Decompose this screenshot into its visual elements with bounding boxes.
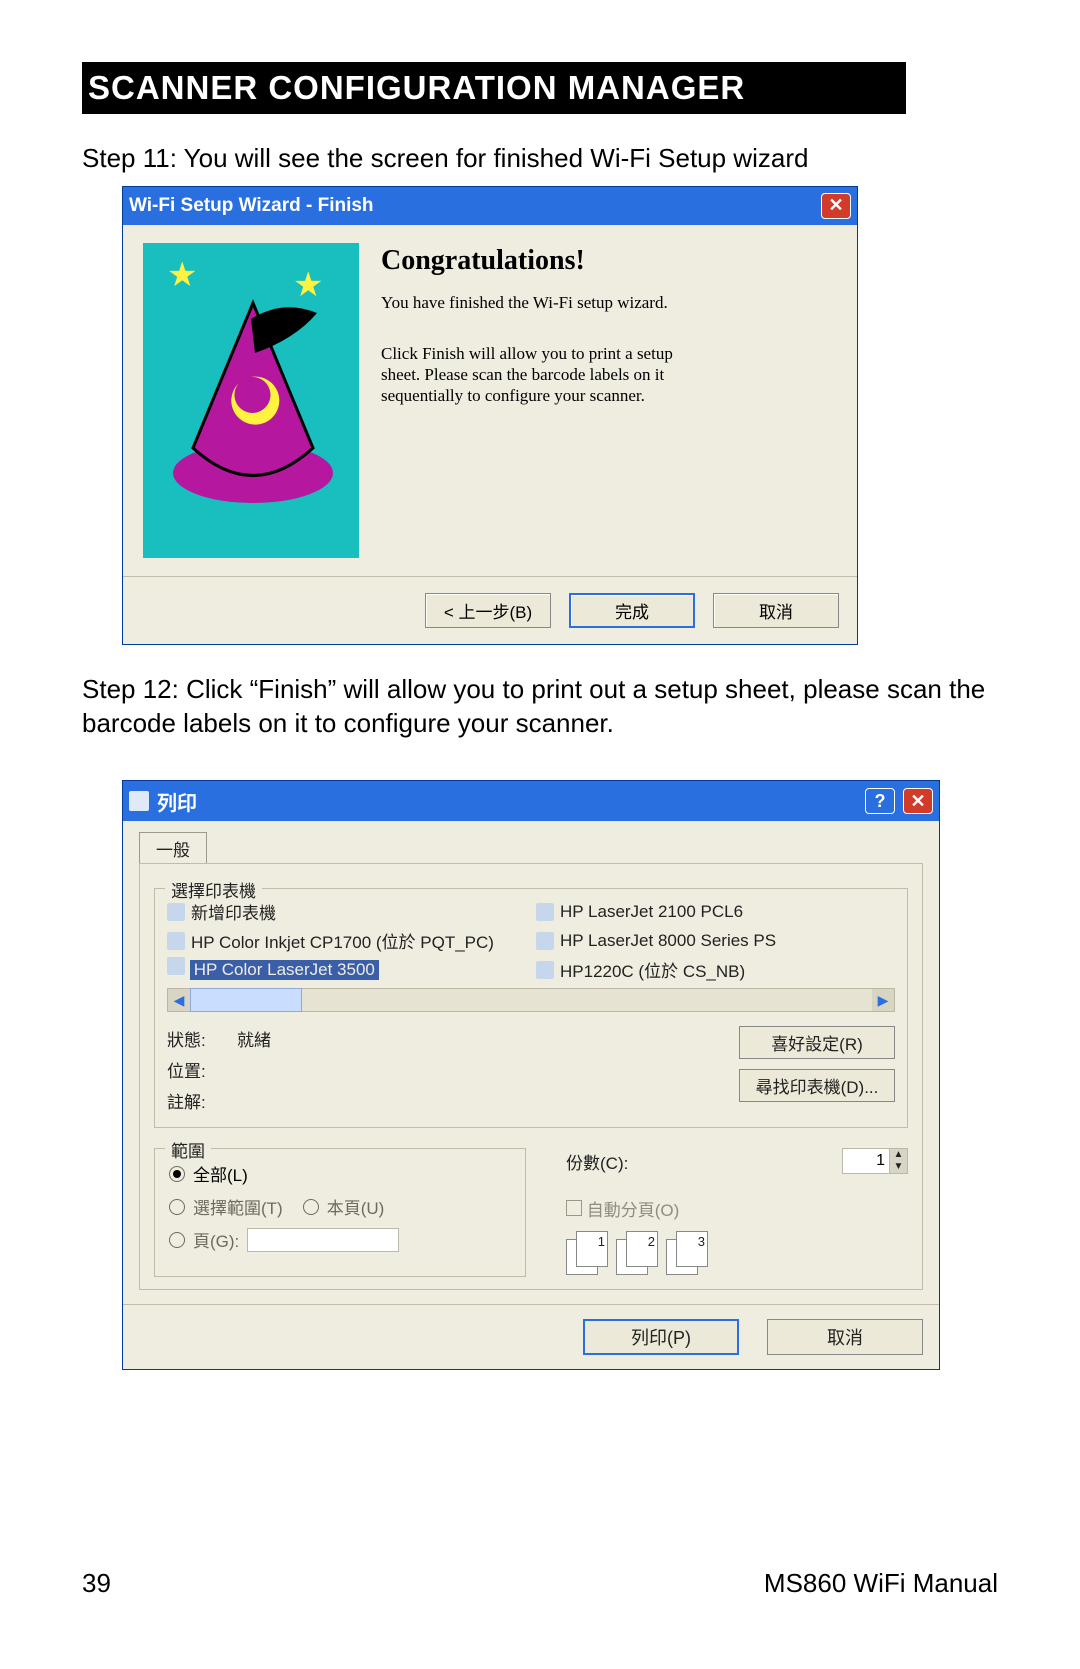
collate-checkbox[interactable] xyxy=(566,1200,582,1216)
label-collate: 自動分頁(O) xyxy=(587,1201,680,1220)
pages-input[interactable] xyxy=(247,1228,399,1252)
finish-button[interactable]: 完成 xyxy=(569,593,695,628)
printer-icon xyxy=(167,957,185,975)
printer-item: HP LaserJet 2100 PCL6 xyxy=(536,899,895,924)
label-comment: 註解: xyxy=(167,1088,237,1113)
printer-list[interactable]: 新增印表機 HP LaserJet 2100 PCL6 HP Color Ink… xyxy=(167,899,895,982)
print-titlebar[interactable]: 列印 ? ✕ xyxy=(123,781,939,821)
printer-item: HP LaserJet 8000 Series PS xyxy=(536,928,895,953)
wizard-title: Wi-Fi Setup Wizard - Finish xyxy=(129,195,374,217)
wizard-illustration: ★ ★ xyxy=(143,243,359,558)
cancel-button[interactable]: 取消 xyxy=(713,593,839,628)
tab-general[interactable]: 一般 xyxy=(139,832,207,864)
wizard-titlebar[interactable]: Wi-Fi Setup Wizard - Finish ✕ xyxy=(123,187,857,225)
radio-label: 全部(L) xyxy=(193,1161,248,1186)
scroll-left-icon[interactable]: ◀ xyxy=(168,989,190,1011)
label-copies: 份數(C): xyxy=(566,1149,628,1174)
scroll-right-icon[interactable]: ▶ xyxy=(872,989,894,1011)
printer-item-label: HP Color LaserJet 3500 xyxy=(194,960,375,980)
radio-label: 本頁(U) xyxy=(327,1194,385,1219)
printer-item-label: HP Color Inkjet CP1700 (位於 PQT_PC) xyxy=(191,928,494,953)
wizard-subtext: You have finished the Wi-Fi setup wizard… xyxy=(381,293,837,313)
status-value: 就緒 xyxy=(237,1026,271,1051)
copies-spinner[interactable]: ▲▼ xyxy=(842,1148,908,1174)
printer-item-label: HP LaserJet 8000 Series PS xyxy=(560,931,776,951)
page-icon: 2 xyxy=(626,1231,658,1267)
radio-label: 選擇範圍(T) xyxy=(193,1194,283,1219)
back-button[interactable]: < 上一步(B) xyxy=(425,593,551,628)
radio-current-page[interactable]: 本頁(U) xyxy=(303,1194,385,1219)
printer-item: HP Color Inkjet CP1700 (位於 PQT_PC) xyxy=(167,928,526,953)
page-icon: 3 xyxy=(676,1231,708,1267)
print-button[interactable]: 列印(P) xyxy=(583,1319,739,1355)
printer-scrollbar[interactable]: ◀ ▶ xyxy=(167,988,895,1012)
printer-icon xyxy=(536,932,554,950)
wizard-heading: Congratulations! xyxy=(381,245,837,277)
printer-item: 新增印表機 xyxy=(167,899,526,924)
radio-label: 頁(G): xyxy=(193,1227,239,1252)
printer-item-label: 新增印表機 xyxy=(191,899,276,924)
label-status: 狀態: xyxy=(167,1026,237,1051)
close-icon[interactable]: ✕ xyxy=(903,788,933,814)
printer-item-label: HP1220C (位於 CS_NB) xyxy=(560,957,745,982)
spin-down-icon[interactable]: ▼ xyxy=(889,1161,907,1173)
print-title: 列印 xyxy=(157,787,197,816)
close-icon[interactable]: ✕ xyxy=(821,193,851,219)
radio-pages[interactable]: 頁(G): xyxy=(169,1227,511,1252)
printer-icon xyxy=(536,903,554,921)
preferences-button[interactable]: 喜好設定(R) xyxy=(739,1026,895,1059)
printer-icon xyxy=(167,932,185,950)
print-dialog: 列印 ? ✕ 一般 選擇印表機 新增印表機 HP LaserJet 2100 P… xyxy=(122,780,940,1370)
cancel-button[interactable]: 取消 xyxy=(767,1319,923,1355)
step-12-text: Step 12: Click “Finish” will allow you t… xyxy=(82,673,998,741)
group-select-printer-legend: 選擇印表機 xyxy=(165,877,262,902)
manual-title: MS860 WiFi Manual xyxy=(764,1568,998,1599)
wifi-wizard-dialog: Wi-Fi Setup Wizard - Finish ✕ ★ ★ Congra… xyxy=(122,186,858,645)
printer-item-label: HP LaserJet 2100 PCL6 xyxy=(560,902,743,922)
find-printer-button[interactable]: 尋找印表機(D)... xyxy=(739,1069,895,1102)
copies-input[interactable] xyxy=(843,1149,889,1173)
page-header: SCANNER CONFIGURATION MANAGER xyxy=(82,62,906,114)
printer-item: HP1220C (位於 CS_NB) xyxy=(536,957,895,982)
printer-icon xyxy=(536,961,554,979)
page-number: 39 xyxy=(82,1568,111,1599)
help-icon[interactable]: ? xyxy=(865,788,895,814)
label-location: 位置: xyxy=(167,1057,237,1082)
spin-up-icon[interactable]: ▲ xyxy=(889,1149,907,1161)
printer-icon xyxy=(129,791,149,811)
scroll-thumb[interactable] xyxy=(190,988,302,1012)
collate-preview: 1 1 2 2 3 3 xyxy=(566,1231,908,1271)
radio-selection[interactable]: 選擇範圍(T) xyxy=(169,1194,283,1219)
step-11-text: Step 11: You will see the screen for fin… xyxy=(82,142,998,176)
printer-icon xyxy=(167,903,185,921)
radio-all[interactable]: 全部(L) xyxy=(169,1161,511,1186)
printer-item-selected[interactable]: HP Color LaserJet 3500 xyxy=(190,960,379,980)
page-icon: 1 xyxy=(576,1231,608,1267)
group-range-legend: 範圍 xyxy=(165,1137,211,1162)
wizard-description: Click Finish will allow you to print a s… xyxy=(381,343,711,407)
